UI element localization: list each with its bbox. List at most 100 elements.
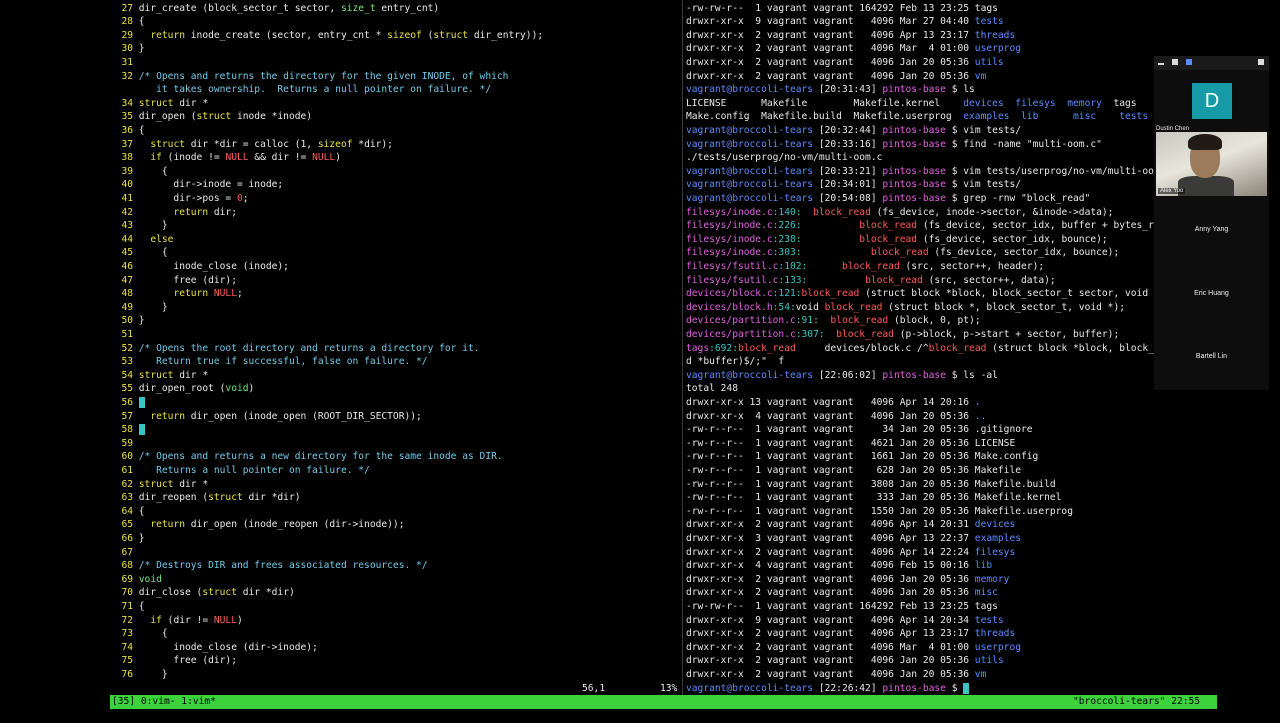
vim-line[interactable]: 28 { [112, 15, 145, 29]
minimize-icon[interactable] [1158, 63, 1164, 65]
vim-line[interactable]: 67 [112, 546, 139, 560]
layout-icon[interactable] [1172, 59, 1178, 65]
vim-line[interactable]: 52 /* Opens the root directory and retur… [112, 342, 480, 356]
vim-line[interactable]: 51 [112, 328, 139, 342]
vim-line[interactable]: 60 /* Opens and returns a new directory … [112, 450, 503, 464]
terminal-line: drwxr-xr-x 13 vagrant vagrant 4096 Apr 1… [686, 396, 981, 410]
vim-line[interactable]: it takes ownership. Returns a null point… [112, 83, 491, 97]
vim-line[interactable]: 64 { [112, 505, 145, 519]
vim-line[interactable]: 46 inode_close (inode); [112, 260, 289, 274]
vim-line[interactable]: 66 } [112, 532, 145, 546]
vim-line[interactable]: 61 Returns a null pointer on failure. */ [112, 464, 370, 478]
vim-line[interactable]: 36 { [112, 124, 145, 138]
vim-line[interactable]: 70 dir_close (struct dir *dir) [112, 586, 295, 600]
code-token: struct [139, 98, 174, 109]
vim-line[interactable]: 75 free (dir); [112, 654, 237, 668]
code-token: drwxr-xr-x 2 vagrant vagrant 4096 Jan 20… [686, 587, 975, 598]
code-token: block_read [813, 207, 871, 218]
vim-line[interactable]: 38 if (inode != NULL && dir != NULL) [112, 151, 341, 165]
participant-video[interactable]: Alex Yoo [1156, 132, 1267, 196]
code-token: devices [975, 519, 1015, 530]
vim-line[interactable]: 76 } [112, 668, 168, 682]
tmux-window-list[interactable]: [35] 0:vim- 1:vim* [112, 695, 216, 709]
code-token: drwxr-xr-x 4 vagrant vagrant 4096 Feb 15… [686, 560, 975, 571]
vim-line[interactable]: 44 else [112, 233, 173, 247]
code-token: dir *dir) [243, 492, 301, 503]
code-token: _ [963, 683, 969, 694]
code-token: tags [1102, 98, 1154, 109]
vim-line[interactable]: 53 Return true if successful, false on f… [112, 355, 428, 369]
vim-line[interactable]: 35 dir_open (struct inode *inode) [112, 110, 312, 124]
code-token: [20:54:08] [813, 193, 882, 204]
vim-line[interactable]: 55 dir_open_root (void) [112, 382, 254, 396]
vim-line[interactable]: 68 /* Destroys DIR and frees associated … [112, 559, 428, 573]
vim-line[interactable]: 29 return inode_create (sector, entry_cn… [112, 29, 543, 43]
line-number: 63 [112, 491, 133, 505]
terminal-pane[interactable]: -rw-rw-r-- 1 vagrant vagrant 164292 Feb … [686, 0, 1154, 695]
vim-line[interactable]: 57 return dir_open (inode_open (ROOT_DIR… [112, 410, 422, 424]
expand-icon[interactable] [1258, 59, 1264, 65]
vim-line[interactable]: 56 { [112, 396, 145, 410]
code-token: drwxr-xr-x 3 vagrant vagrant 4096 Apr 13… [686, 533, 975, 544]
code-token: pintos-base [882, 166, 946, 177]
line-number: 68 [112, 559, 133, 573]
code-token [802, 207, 814, 218]
code-token: ; [243, 193, 249, 204]
code-token: sizeof [318, 139, 353, 150]
vim-line[interactable]: 30 } [112, 42, 145, 56]
code-token [1056, 98, 1068, 109]
code-token: inode_create (sector, entry_cnt * [185, 30, 387, 41]
vim-line[interactable]: 59 [112, 437, 139, 451]
code-token: return [173, 288, 208, 299]
vim-line[interactable]: 74 inode_close (dir->inode); [112, 641, 318, 655]
vim-line[interactable]: 42 return dir; [112, 206, 237, 220]
vim-line[interactable]: 45 { [112, 246, 168, 260]
code-token: drwxr-xr-x 2 vagrant vagrant 4096 Apr 14… [686, 519, 975, 530]
line-number: 60 [112, 450, 133, 464]
vim-line[interactable]: 40 dir->inode = inode; [112, 178, 283, 192]
vim-line[interactable]: 43 } [112, 219, 168, 233]
vim-line[interactable]: 54 struct dir * [112, 369, 208, 383]
code-token: $ vim tests/userprog/no-vm/multi-oom. [946, 166, 1154, 177]
vim-line[interactable]: 48 return NULL; [112, 287, 243, 301]
vim-line[interactable]: 31 [112, 56, 139, 70]
code-token: block_read [859, 234, 917, 245]
code-token: /* Destroys DIR and frees associated res… [139, 560, 428, 571]
code-token [139, 411, 151, 422]
vim-line[interactable]: 73 { [112, 627, 168, 641]
vim-line[interactable]: 47 free (dir); [112, 274, 237, 288]
vim-line[interactable]: 39 { [112, 165, 168, 179]
vim-line[interactable]: 34 struct dir * [112, 97, 208, 111]
gallery-icon[interactable] [1186, 59, 1192, 65]
vim-line[interactable]: 32 /* Opens and returns the directory fo… [112, 70, 508, 84]
vim-line[interactable]: 58 } [112, 423, 145, 437]
vim-editor-pane[interactable]: 27 dir_create (block_sector_t sector, si… [112, 0, 680, 695]
vim-line[interactable]: 49 } [112, 301, 168, 315]
code-token: vm [975, 669, 987, 680]
vim-line[interactable]: 62 struct dir * [112, 478, 208, 492]
code-token: inode_close (inode); [139, 261, 289, 272]
vim-line[interactable]: 41 dir->pos = 0; [112, 192, 249, 206]
code-token [139, 615, 151, 626]
code-token: -rw-r--r-- 1 vagrant vagrant 4621 Jan 20… [686, 438, 1015, 449]
vim-line[interactable]: 65 return dir_open (inode_reopen (dir->i… [112, 518, 405, 532]
vim-line[interactable]: 37 struct dir *dir = calloc (1, sizeof *… [112, 138, 393, 152]
code-token: dir_create (block_sector_t sector, [139, 3, 341, 14]
vim-line[interactable]: 69 void [112, 573, 162, 587]
vim-line[interactable]: 63 dir_reopen (struct dir *dir) [112, 491, 301, 505]
code-token: pintos-base [882, 683, 946, 694]
zoom-panel-toolbar [1154, 56, 1269, 70]
vim-line[interactable]: 71 { [112, 600, 145, 614]
code-token: misc [975, 587, 998, 598]
vim-line[interactable]: 72 if (dir != NULL) [112, 614, 243, 628]
line-number: 70 [112, 586, 133, 600]
vim-line[interactable]: 27 dir_create (block_sector_t sector, si… [112, 2, 439, 16]
line-number: 59 [112, 437, 133, 451]
code-token: /* Opens and returns a new directory for… [139, 451, 503, 462]
code-token: block_read [865, 275, 923, 286]
terminal-line: tags:692:block_read devices/block.c /^bl… [686, 342, 1154, 356]
line-number: 37 [112, 138, 133, 152]
code-token: ) [237, 615, 243, 626]
vim-line[interactable]: 50 } [112, 314, 145, 328]
line-number: 46 [112, 260, 133, 274]
